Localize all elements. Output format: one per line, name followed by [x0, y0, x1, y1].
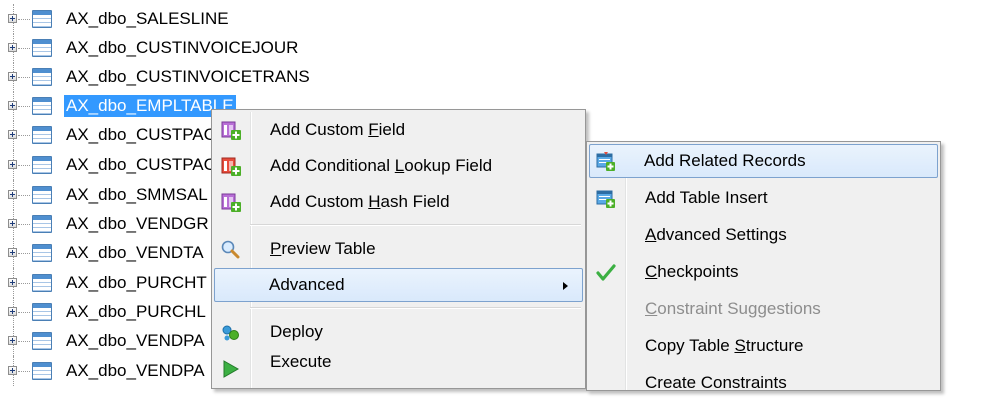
tree-node-label: AX_dbo_CUSTINVOICETRANS	[66, 67, 310, 86]
tree-node-label: AX_dbo_PURCHL	[66, 302, 206, 321]
menu-item-label: Add Related Records	[644, 151, 806, 170]
magnifier-icon	[221, 240, 240, 259]
add-lookup-field-icon	[221, 157, 241, 176]
table-icon	[32, 244, 52, 262]
table-icon	[32, 39, 52, 57]
submenu-arrow-icon	[563, 282, 568, 290]
tree-node-label: AX_dbo_CUSTINVOICEJOUR	[66, 38, 299, 57]
menu-item-add-conditional-lookup-field[interactable]: Add Conditional Lookup Field	[214, 149, 583, 183]
expand-plus-icon[interactable]	[8, 248, 17, 257]
context-menu: Add Custom Field Add Conditional Lookup …	[211, 109, 586, 389]
add-related-records-icon	[596, 152, 615, 171]
add-custom-field-icon	[221, 121, 241, 140]
menu-item-add-related-records[interactable]: Add Related Records	[589, 144, 938, 178]
tree-connector	[18, 106, 30, 107]
tree-connector	[18, 371, 30, 372]
menu-item-label: Deploy	[270, 322, 323, 341]
advanced-submenu: Add Related Records Add Table Insert Adv…	[586, 141, 941, 392]
menu-item-label: Checkpoints	[645, 262, 739, 281]
expand-plus-icon[interactable]	[8, 366, 17, 375]
menu-item-label: Add Table Insert	[645, 188, 768, 207]
menu-item-checkpoints[interactable]: Checkpoints	[589, 255, 938, 289]
table-icon	[32, 303, 52, 321]
menu-separator	[250, 224, 581, 226]
tree-connector	[18, 165, 30, 166]
menu-item-label: Preview Table	[270, 239, 376, 258]
menu-item-preview-table[interactable]: Preview Table	[214, 232, 583, 266]
tree-node-label: AX_dbo_VENDPA	[66, 331, 205, 350]
expand-plus-icon[interactable]	[8, 14, 17, 23]
tree-node-label: AX_dbo_SALESLINE	[66, 9, 229, 28]
table-icon	[32, 332, 52, 350]
deploy-icon	[222, 325, 239, 341]
tree-node-label: AX_dbo_VENDTA	[66, 243, 204, 262]
menu-item-copy-table-structure[interactable]: Copy Table Structure	[589, 329, 938, 363]
table-icon	[32, 362, 52, 380]
add-hash-field-icon	[221, 193, 241, 212]
menu-item-label: Copy Table Structure	[645, 336, 804, 355]
menu-item-add-custom-hash-field[interactable]: Add Custom Hash Field	[214, 185, 583, 219]
tree-node-label: AX_dbo_EMPLTABLE	[64, 95, 236, 117]
table-icon	[32, 97, 52, 115]
expand-plus-icon[interactable]	[8, 278, 17, 287]
expand-plus-icon[interactable]	[8, 43, 17, 52]
menu-item-label: Execute	[270, 352, 332, 371]
tree-connector	[18, 224, 30, 225]
tree-node-label: AX_dbo_SMMSAL	[66, 185, 208, 204]
menu-item-label: Advanced Settings	[645, 225, 787, 244]
expand-plus-icon[interactable]	[8, 336, 17, 345]
menu-item-label: Add Conditional Lookup Field	[270, 156, 493, 175]
tree-node-label: AX_dbo_VENDGR	[66, 214, 209, 233]
checkmark-icon	[596, 264, 616, 281]
tree-connector	[18, 135, 30, 136]
table-icon	[32, 156, 52, 174]
tree-connector	[18, 77, 30, 78]
menu-item-constraint-suggestions[interactable]: Constraint Suggestions	[589, 292, 938, 326]
menu-item-label: Constraint Suggestions	[645, 299, 821, 318]
tree-connector	[18, 19, 30, 20]
menu-item-label: Add Custom Hash Field	[270, 192, 450, 211]
tree-node[interactable]: AX_dbo_CUSTINVOICEJOUR	[0, 33, 600, 63]
tree-connector	[18, 195, 30, 196]
expand-plus-icon[interactable]	[8, 307, 17, 316]
expand-plus-icon[interactable]	[8, 101, 17, 110]
menu-item-add-table-insert[interactable]: Add Table Insert	[589, 181, 938, 215]
menu-item-label: Advanced	[269, 275, 345, 294]
tree-node[interactable]: AX_dbo_CUSTINVOICETRANS	[0, 62, 600, 92]
menu-item-label: Add Custom Field	[270, 120, 406, 139]
table-icon	[32, 215, 52, 233]
expand-plus-icon[interactable]	[8, 130, 17, 139]
tree-connector	[18, 341, 30, 342]
expand-plus-icon[interactable]	[8, 72, 17, 81]
table-icon	[32, 68, 52, 86]
menu-item-advanced-settings[interactable]: Advanced Settings	[589, 218, 938, 252]
tree-node-label: AX_dbo_VENDPA	[66, 361, 205, 380]
expand-plus-icon[interactable]	[8, 190, 17, 199]
table-icon	[32, 10, 52, 28]
menu-item-create-constraints[interactable]: Create Constraints	[589, 366, 938, 400]
menu-item-label: Create Constraints	[645, 373, 787, 392]
tree-connector	[18, 283, 30, 284]
tree-connector	[18, 253, 30, 254]
menu-separator	[250, 307, 581, 309]
table-icon	[32, 186, 52, 204]
execute-icon	[223, 360, 240, 378]
tree-node-label: AX_dbo_CUSTPAC	[66, 155, 216, 174]
menu-item-advanced[interactable]: Advanced	[214, 268, 583, 302]
table-icon	[32, 126, 52, 144]
tree-connector	[18, 312, 30, 313]
tree-node-label: AX_dbo_CUSTPAC	[66, 125, 216, 144]
add-table-insert-icon	[596, 190, 615, 208]
expand-plus-icon[interactable]	[8, 219, 17, 228]
menu-item-add-custom-field[interactable]: Add Custom Field	[214, 113, 583, 147]
menu-item-deploy[interactable]: Deploy	[214, 315, 583, 349]
tree-connector	[18, 48, 30, 49]
table-icon	[32, 274, 52, 292]
tree-node[interactable]: AX_dbo_SALESLINE	[0, 4, 600, 34]
tree-node-label: AX_dbo_PURCHT	[66, 273, 207, 292]
menu-item-execute[interactable]: Execute	[214, 351, 583, 385]
expand-plus-icon[interactable]	[8, 160, 17, 169]
